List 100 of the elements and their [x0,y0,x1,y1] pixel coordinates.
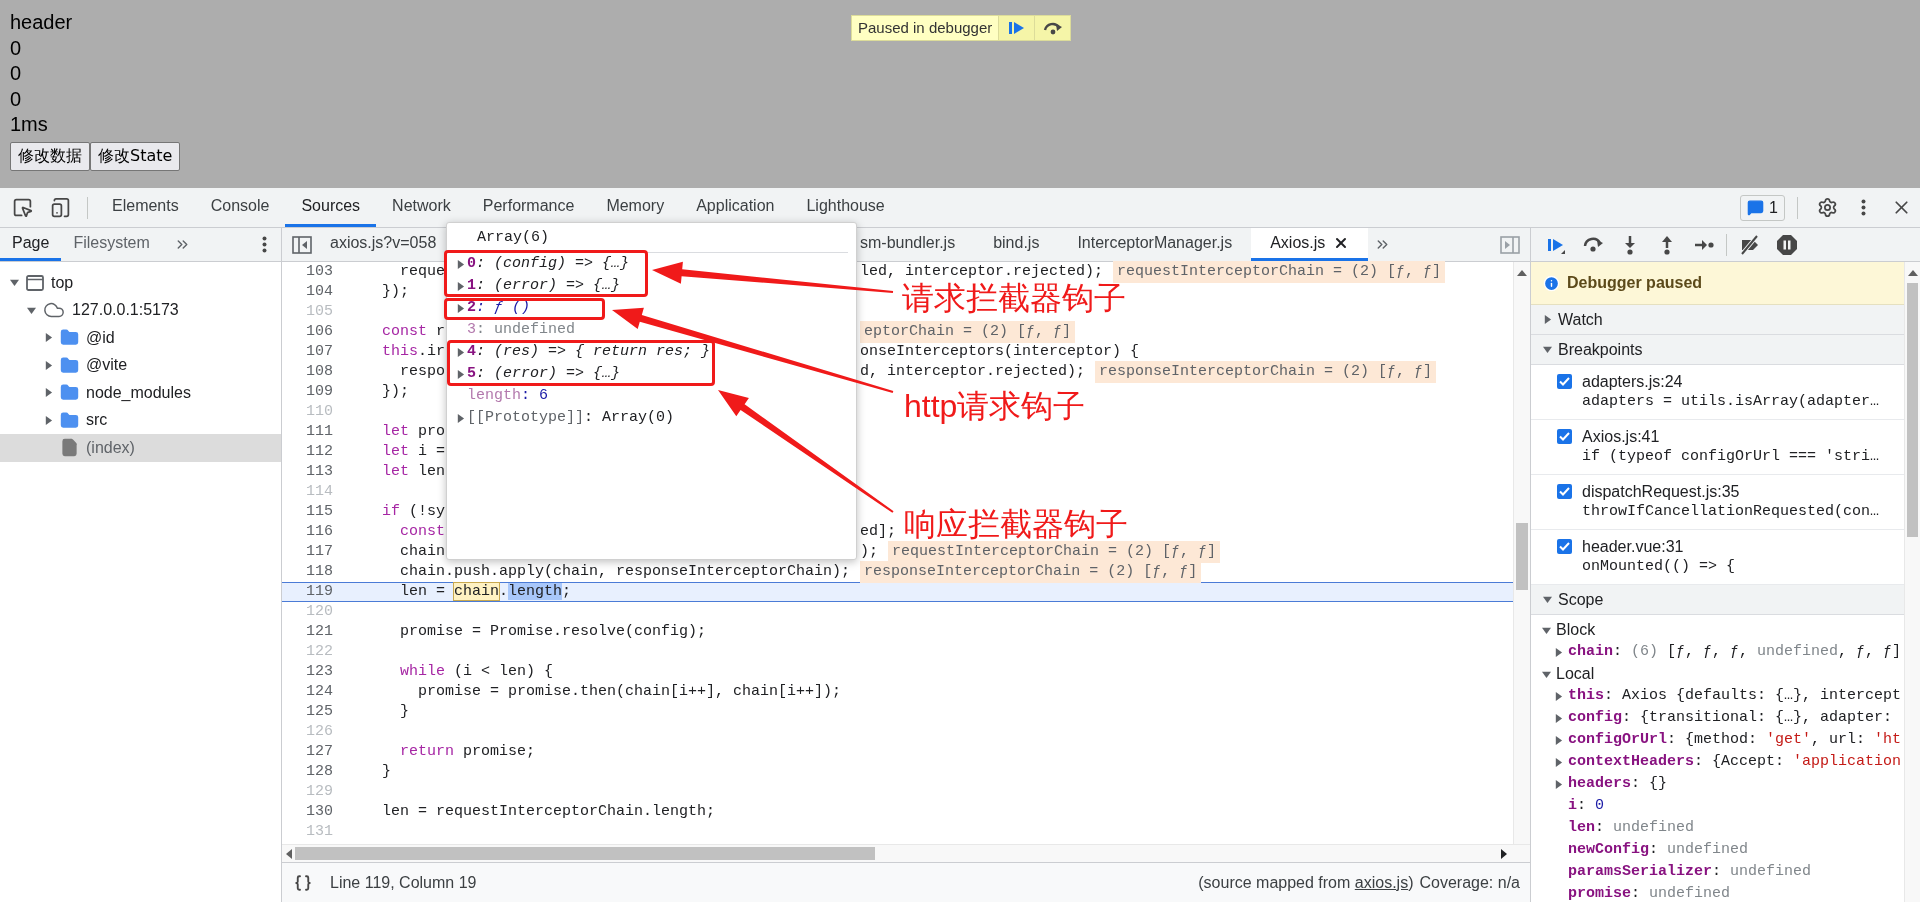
caret-icon[interactable] [1543,315,1552,324]
scroll-up-icon[interactable] [1907,269,1918,277]
property-entry[interactable]: 2: ƒ () [467,299,531,317]
caret-icon[interactable] [1554,691,1563,701]
scope-entry[interactable]: chain: (6) [ƒ, ƒ, ƒ, undefined, ƒ, ƒ] [1568,640,1902,664]
breakpoint-checkbox[interactable] [1557,484,1572,499]
sidebar-scrollbar[interactable] [1904,262,1920,902]
breakpoint-location[interactable]: Axios.js:41 [1582,427,1880,447]
scope-entry[interactable]: headers: {} [1568,772,1668,796]
caret-icon[interactable] [44,415,53,425]
caret-icon[interactable] [456,347,465,357]
file-tab[interactable]: sm-bundler.js [841,228,975,261]
file-tab[interactable]: axios.js?v=058 [322,228,446,261]
scope-entry[interactable]: promise: undefined [1568,882,1731,902]
devtools-tab[interactable]: Elements [96,188,195,227]
scroll-up-icon[interactable] [1517,269,1527,277]
section-header[interactable]: Watch [1531,305,1904,335]
pause-on-exceptions-icon[interactable] [1775,233,1798,256]
scope-entry[interactable]: paramsSerializer: undefined [1568,860,1812,884]
scope-group[interactable]: Block [1556,618,1596,642]
breakpoint-location[interactable]: header.vue:31 [1582,537,1736,557]
section-header[interactable]: Breakpoints [1531,335,1904,365]
tree-item[interactable]: (index) [86,435,135,460]
braces-icon[interactable] [294,873,312,892]
tree-item[interactable]: @id [86,325,115,350]
caret-icon[interactable] [1543,595,1552,604]
navigator-tab[interactable]: Filesystem [61,228,162,261]
scroll-left-icon[interactable] [285,848,293,859]
section-header[interactable]: Scope [1531,585,1904,615]
property-entry[interactable]: 1: (error) => {…} [467,277,621,295]
scope-entry[interactable]: i: 0 [1568,794,1605,818]
page-button[interactable]: 修改数据 [10,141,90,171]
devtools-tab[interactable]: Lighthouse [790,188,901,227]
devtools-tab[interactable]: Performance [466,188,591,227]
caret-icon[interactable] [44,360,53,370]
caret-icon[interactable] [1542,669,1551,679]
resume-button[interactable] [998,16,1035,40]
caret-icon[interactable] [456,413,465,423]
scroll-right-icon[interactable] [1500,848,1508,859]
scope-entry[interactable]: newConfig: undefined [1568,838,1749,862]
caret-icon[interactable] [1554,757,1563,767]
breakpoint-checkbox[interactable] [1557,539,1572,554]
scope-entry[interactable]: configOrUrl: {method: 'get', url: 'ht [1568,728,1902,752]
caret-icon[interactable] [1554,713,1563,723]
caret-icon[interactable] [44,388,53,398]
breakpoint-location[interactable]: adapters.js:24 [1582,372,1880,392]
property-entry[interactable]: 3: undefined [467,321,576,339]
tree-item[interactable]: src [86,408,108,433]
deactivate-breakpoints-icon[interactable] [1738,233,1761,256]
caret-icon[interactable] [456,369,465,379]
file-tab[interactable]: Axios.js [1251,228,1369,261]
caret-icon[interactable] [1542,625,1551,635]
devtools-tab[interactable]: Memory [590,188,681,227]
issues-button[interactable]: 1 [1740,194,1785,221]
file-tab[interactable]: bind.js [974,228,1059,261]
breakpoint-checkbox[interactable] [1557,429,1572,444]
scope-entry[interactable]: len: undefined [1568,816,1695,840]
source-link[interactable]: axios.js [1354,873,1409,891]
scrollbar-thumb[interactable] [1907,283,1918,537]
property-entry[interactable]: 4: (res) => { return res; } [467,343,711,361]
caret-icon[interactable] [1543,345,1552,354]
caret-icon[interactable] [44,333,53,343]
scope-entry[interactable]: contextHeaders: {Accept: 'application [1568,750,1902,774]
breakpoint-checkbox[interactable] [1557,374,1572,389]
scrollbar-thumb[interactable] [295,847,875,860]
code-line: d, interceptor.rejected); [860,361,1086,382]
step-over-button[interactable] [1034,16,1071,40]
code-line: reque [399,261,446,282]
code-line: } [399,701,409,722]
caret-icon[interactable] [456,303,465,313]
property-entry[interactable]: 0: (config) => {…} [467,255,630,273]
tree-item[interactable]: 127.0.0.1:5173 [72,298,179,323]
caret-icon[interactable] [456,281,465,291]
page-button[interactable]: 修改State [90,141,181,171]
property-entry[interactable]: [[Prototype]]: Array(0) [467,409,675,427]
caret-icon[interactable] [1554,779,1563,789]
scope-entry[interactable]: config: {transitional: {…}, adapter: [1568,706,1893,730]
devtools-tab[interactable]: Console [194,188,286,227]
devtools-tab[interactable]: Network [376,188,467,227]
devtools-tab[interactable]: Application [680,188,791,227]
message-icon [1747,199,1765,216]
horizontal-scrollbar[interactable] [282,844,1530,862]
tree-item[interactable]: node_modules [86,380,191,405]
vertical-scrollbar[interactable] [1513,262,1530,844]
property-entry[interactable]: length: 6 [467,387,549,405]
scope-group[interactable]: Local [1556,662,1595,686]
caret-icon[interactable] [27,305,36,315]
tree-item[interactable]: @vite [86,353,128,378]
tree-item[interactable]: top [51,270,74,295]
navigator-tab[interactable]: Page [0,228,62,261]
scrollbar-thumb[interactable] [1516,523,1528,590]
scope-entry[interactable]: this: Axios {defaults: {…}, intercept [1568,684,1902,708]
caret-icon[interactable] [456,259,465,269]
caret-icon[interactable] [1554,647,1563,657]
property-entry[interactable]: 5: (error) => {…} [467,365,621,383]
breakpoint-location[interactable]: dispatchRequest.js:35 [1582,482,1880,502]
caret-icon[interactable] [1554,735,1563,745]
file-tab[interactable]: InterceptorManager.js [1058,228,1252,261]
code-line: let len [381,461,446,482]
caret-icon[interactable] [10,278,19,288]
